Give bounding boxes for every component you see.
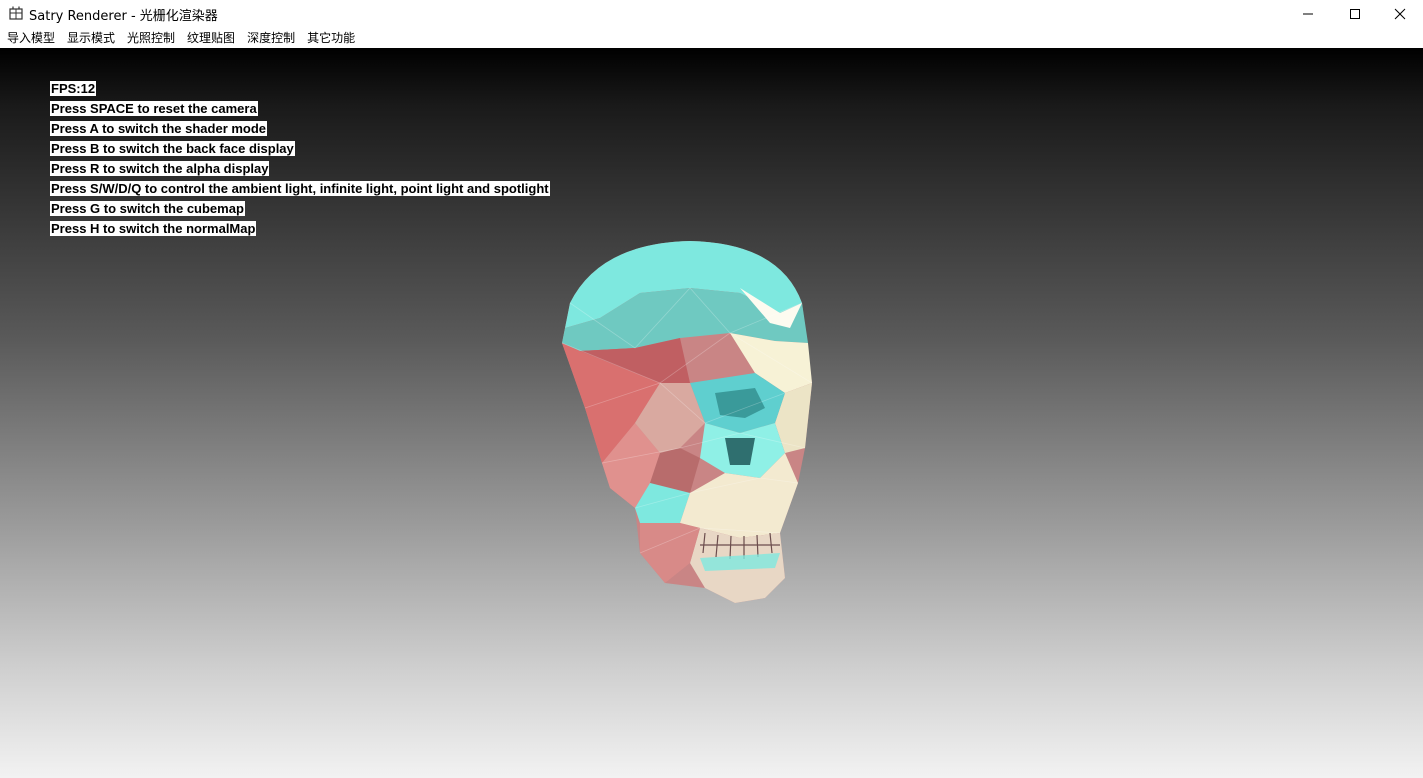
menu-import-model[interactable]: 导入模型 [1, 28, 61, 48]
hint-cubemap: Press G to switch the cubemap [50, 201, 245, 216]
menu-depth-control[interactable]: 深度控制 [241, 28, 301, 48]
menu-texture-mapping[interactable]: 纹理贴图 [181, 28, 241, 48]
hint-reset-camera: Press SPACE to reset the camera [50, 101, 258, 116]
app-icon [9, 6, 23, 20]
window-title: Satry Renderer - 光栅化渲染器 [29, 9, 218, 24]
hud-overlay: FPS:12 Press SPACE to reset the camera P… [50, 78, 550, 238]
fps-counter: FPS:12 [50, 81, 97, 96]
close-icon [1394, 8, 1406, 20]
title-bar[interactable]: Satry Renderer - 光栅化渲染器 [0, 0, 1423, 28]
hint-shader-mode: Press A to switch the shader mode [50, 121, 268, 136]
menu-bar: 导入模型 显示模式 光照控制 纹理贴图 深度控制 其它功能 [0, 28, 1423, 48]
skull-model [561, 241, 813, 603]
hint-normalmap: Press H to switch the normalMap [50, 221, 257, 236]
maximize-button[interactable] [1332, 0, 1378, 28]
menu-other-features[interactable]: 其它功能 [301, 28, 361, 48]
hint-alpha-display: Press R to switch the alpha display [50, 161, 270, 176]
maximize-icon [1350, 9, 1360, 19]
menu-lighting-control[interactable]: 光照控制 [121, 28, 181, 48]
minimize-icon [1303, 13, 1313, 15]
hint-lights: Press S/W/D/Q to control the ambient lig… [50, 181, 550, 196]
close-button[interactable] [1377, 0, 1423, 28]
minimize-button[interactable] [1285, 0, 1331, 28]
render-viewport[interactable]: FPS:12 Press SPACE to reset the camera P… [0, 48, 1423, 778]
menu-display-mode[interactable]: 显示模式 [61, 28, 121, 48]
hint-back-face: Press B to switch the back face display [50, 141, 295, 156]
